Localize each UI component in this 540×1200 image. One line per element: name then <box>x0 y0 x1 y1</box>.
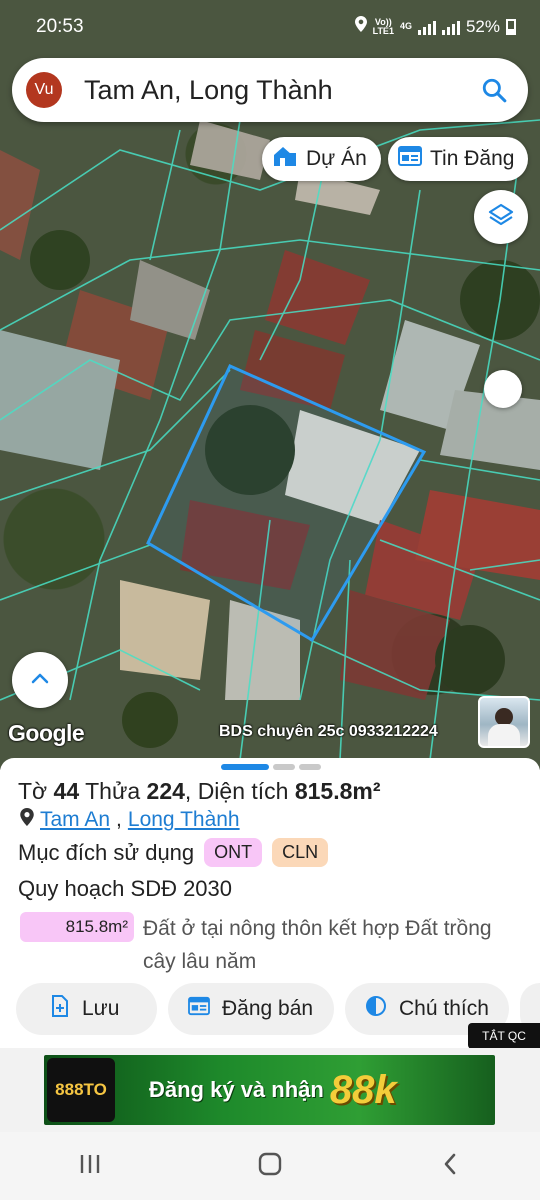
purpose-label: Mục đích sử dụng <box>18 839 195 865</box>
user-thumbnail[interactable] <box>478 696 530 748</box>
back-button[interactable] <box>420 1146 480 1186</box>
listing-icon <box>398 145 422 173</box>
recent-apps-button[interactable] <box>60 1146 120 1186</box>
avatar[interactable]: Vu <box>26 72 62 108</box>
projects-chip[interactable]: Dự Án <box>262 137 381 181</box>
parcel-title: Tờ 44 Thửa 224, Diện tích 815.8m² <box>18 778 381 804</box>
battery-icon <box>506 18 516 35</box>
pin-icon <box>20 808 34 832</box>
recent-apps-icon <box>78 1153 102 1180</box>
network-type: 4G <box>399 21 412 31</box>
commune-link[interactable]: Tam An <box>40 808 110 832</box>
cln-tag[interactable]: CLN <box>272 838 329 867</box>
listings-chip-label: Tin Đăng <box>430 147 515 170</box>
google-logo: Google <box>8 720 85 746</box>
status-bar: 20:53 Vo)) LTE1 4G 52% <box>0 0 540 52</box>
home-button[interactable] <box>240 1146 300 1186</box>
contrast-icon <box>365 995 387 1023</box>
ad-banner[interactable]: 888TO Đăng ký và nhận 88k <box>44 1055 495 1125</box>
plan-heading: Quy hoạch SDĐ 2030 <box>18 876 233 901</box>
layers-icon <box>488 202 514 233</box>
plan-description: Đất ở tại nông thôn kết hợp Đất trồng câ… <box>143 917 492 973</box>
listing-icon <box>188 996 210 1022</box>
ad-text: Đăng ký và nhận <box>149 1077 324 1102</box>
land-use-purpose: Mục đích sử dụng ONT CLN <box>18 838 329 867</box>
home-icon <box>257 1151 283 1182</box>
watermark-text: BDS chuyên 25c 0933212224 <box>219 723 438 740</box>
plan-area-badge: 815.8m² <box>20 912 134 942</box>
post-sale-button[interactable]: Đăng bán <box>168 983 334 1035</box>
add-file-icon <box>50 995 70 1023</box>
status-indicators: Vo)) LTE1 4G 52% <box>354 16 516 37</box>
search-input[interactable]: Tam An, Long Thành <box>84 75 472 106</box>
save-button[interactable]: Lưu <box>16 983 157 1035</box>
close-ad-button[interactable]: TẮT QC <box>468 1023 540 1049</box>
ont-tag[interactable]: ONT <box>204 838 263 867</box>
back-icon <box>442 1152 458 1181</box>
status-time: 20:53 <box>36 16 84 37</box>
projects-chip-label: Dự Án <box>306 147 367 170</box>
house-icon <box>272 145 298 173</box>
district-link[interactable]: Long Thành <box>128 808 240 832</box>
map-control-dot[interactable] <box>484 370 522 408</box>
sheet-pager[interactable] <box>221 764 321 770</box>
volte-indicator: Vo)) LTE1 <box>372 16 394 36</box>
ad-amount: 88k <box>329 1067 397 1112</box>
location-icon <box>354 16 367 37</box>
map-view[interactable]: 20:53 Vo)) LTE1 4G 52% Vu Tam An, Long T… <box>0 0 540 770</box>
signal-icon-2 <box>441 19 460 35</box>
battery-percent: 52% <box>465 16 500 36</box>
layers-button[interactable] <box>474 190 528 244</box>
expand-up-button[interactable] <box>12 652 68 708</box>
chevron-up-icon <box>30 671 50 690</box>
signal-icon <box>417 19 436 35</box>
search-icon[interactable] <box>472 68 516 112</box>
search-bar[interactable]: Vu Tam An, Long Thành <box>12 58 528 122</box>
listings-chip[interactable]: Tin Đăng <box>388 137 529 181</box>
parcel-location: Tam An, Long Thành <box>20 808 240 832</box>
ad-logo: 888TO <box>47 1058 115 1122</box>
system-nav-bar <box>0 1132 540 1200</box>
